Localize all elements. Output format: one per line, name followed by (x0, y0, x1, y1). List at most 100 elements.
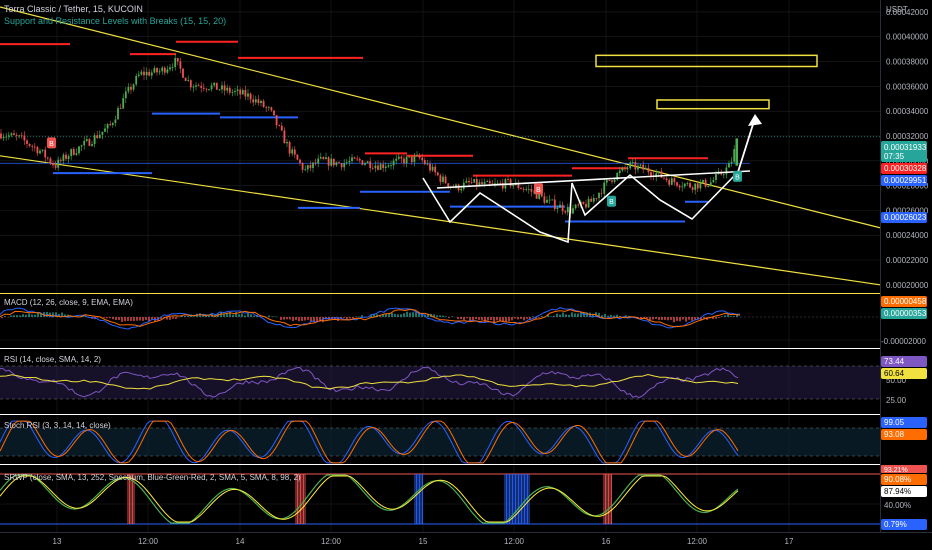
candle-body (491, 183, 494, 185)
last-price-tag: 0.00031933 07:35 (881, 141, 927, 162)
candle-body (382, 164, 385, 168)
candle-body (345, 162, 348, 164)
candle-body (70, 149, 73, 157)
macd-tick-label: -0.00002000 (881, 337, 926, 346)
time-tick-label: 12:00 (687, 537, 708, 546)
candle-body (460, 188, 463, 191)
candle-body (210, 85, 213, 90)
candle-body (548, 199, 551, 201)
support-value-label: 0.00029951 (884, 176, 927, 185)
time-tick-label: 13 (53, 537, 62, 546)
srwp-top-value: 93.21% (884, 467, 908, 474)
candle-body (291, 149, 294, 154)
candle-body (62, 154, 65, 161)
candle-body (330, 158, 333, 166)
candle-body (317, 158, 320, 164)
candle-body (509, 179, 512, 187)
candle-body (273, 110, 275, 116)
rsi-title: RSI (14, close, SMA, 14, 2) (4, 355, 101, 364)
candle-body (218, 89, 221, 91)
candle-body (371, 167, 374, 169)
macd-line-value: 0.00000353 (884, 309, 927, 318)
resistance-value-label: 0.00030328 (884, 164, 927, 173)
candle-body (296, 154, 299, 160)
candle-body (319, 157, 322, 159)
macd-title: MACD (12, 26, close, 9, EMA, EMA) (4, 298, 133, 307)
candle-body (561, 204, 564, 212)
candle-body (249, 93, 252, 100)
candle-body (470, 182, 473, 184)
candle-body (31, 145, 34, 147)
candle-body (735, 138, 738, 166)
candle-body (135, 75, 138, 85)
candle-body (85, 139, 88, 141)
candle-body (234, 91, 236, 92)
candle-body (137, 74, 140, 76)
candle-body (556, 207, 559, 210)
symbol-title: Terra Classic / Tether, 15, KUCOIN (4, 4, 143, 14)
candle-body (730, 161, 733, 164)
candle-body (322, 157, 325, 160)
candle-body (356, 158, 359, 160)
candle-body (522, 188, 525, 190)
candle-body (283, 130, 286, 144)
candle-body (309, 165, 312, 168)
candle-body (236, 89, 239, 92)
candle-body (148, 71, 151, 76)
price-tick-label: 0.00042000 (886, 8, 929, 17)
candle-body (153, 68, 156, 73)
candle-body (665, 178, 668, 181)
sr-indicator-title: Support and Resistance Levels with Break… (4, 16, 226, 26)
candle-body (208, 89, 210, 91)
candle-body (182, 68, 184, 78)
break-marker-label: B (536, 187, 541, 194)
candle-body (46, 157, 49, 159)
candle-body (647, 167, 650, 173)
candle-body (179, 61, 182, 69)
candle-body (426, 163, 429, 165)
candle-body (366, 161, 369, 164)
candle-body (434, 166, 437, 173)
price-tick-label: 0.00022000 (886, 256, 929, 265)
srwp-title: SRWP (close, SMA, 13, 252, Spectrum, Blu… (4, 473, 301, 482)
candle-body (465, 180, 468, 183)
candle-body (618, 170, 621, 174)
candle-body (293, 149, 296, 155)
candle-body (197, 85, 200, 87)
candle-body (566, 207, 569, 213)
candle-body (174, 57, 177, 68)
time-tick-label: 16 (602, 537, 611, 546)
candle-body (156, 68, 158, 73)
candle-body (377, 165, 379, 170)
candle-body (2, 137, 5, 139)
candle-body (621, 167, 624, 171)
candle-body (600, 192, 603, 194)
candle-body (101, 131, 104, 135)
candle-body (447, 183, 450, 187)
candle-body (348, 161, 351, 163)
rsi-pane[interactable] (0, 365, 880, 400)
candle-body (678, 185, 681, 188)
candle-body (332, 158, 335, 166)
candle-body (507, 179, 509, 181)
candle-body (10, 133, 13, 136)
candle-body (421, 157, 424, 161)
candle-body (408, 156, 411, 158)
candle-body (712, 179, 715, 183)
candle-body (696, 183, 699, 189)
candle-body (335, 162, 338, 166)
candle-body (325, 157, 327, 160)
candle-body (431, 166, 434, 171)
candle-body (80, 145, 83, 147)
candle-body (436, 172, 439, 176)
candle-body (143, 71, 145, 76)
candle-body (280, 125, 283, 131)
rsi-ma-value: 60.64 (884, 369, 905, 378)
chart-canvas[interactable]: BBBB Terra Classic / Tether, 15, KUCOIN … (0, 0, 932, 550)
candle-body (587, 198, 590, 208)
candle-body (241, 90, 244, 95)
candle-body (392, 160, 395, 166)
low-value-label: 0.00026023 (884, 213, 927, 222)
time-tick-label: 17 (785, 537, 794, 546)
candle-body (18, 135, 21, 137)
